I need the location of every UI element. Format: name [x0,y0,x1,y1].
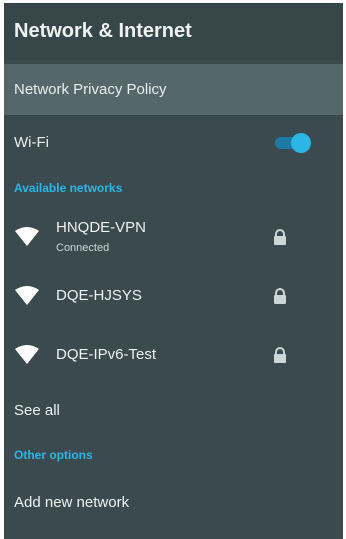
page-title: Network & Internet [14,20,192,42]
see-all-networks-button[interactable]: See all [4,384,343,436]
available-networks-header: Available networks [4,169,343,207]
wifi-icon [15,285,39,305]
wifi-icon [15,344,39,364]
see-all-label: See all [14,401,60,419]
network-ssid: DQE-IPv6-Test [56,346,157,363]
wifi-toggle-knob [291,133,311,153]
header: Network & Internet [4,3,343,60]
available-networks-title: Available networks [14,181,123,195]
network-settings-panel: Network & Internet Network Privacy Polic… [4,3,343,539]
lock-icon [274,287,286,304]
lock-icon [274,346,286,363]
wifi-row[interactable]: Wi-Fi [4,115,343,169]
wifi-icon [15,226,39,246]
wifi-label: Wi-Fi [14,133,49,151]
network-privacy-policy-label: Network Privacy Policy [14,81,167,98]
lock-icon [274,228,286,245]
network-item-dqe-ipv6-test[interactable]: DQE-IPv6-Test [4,325,343,384]
add-new-network-button[interactable]: Add new network [4,474,343,530]
network-item-hnqde-vpn[interactable]: HNQDE-VPN Connected [4,207,343,266]
network-status: Connected [56,242,110,254]
network-ssid: HNQDE-VPN [56,219,147,236]
network-item-dqe-hjsys[interactable]: DQE-HJSYS [4,266,343,325]
other-options-title: Other options [14,448,93,462]
network-ssid: DQE-HJSYS [56,287,142,304]
other-options-header: Other options [4,436,343,474]
add-new-network-label: Add new network [14,493,130,511]
network-privacy-policy-item[interactable]: Network Privacy Policy [4,64,343,115]
wifi-toggle[interactable] [275,133,311,153]
